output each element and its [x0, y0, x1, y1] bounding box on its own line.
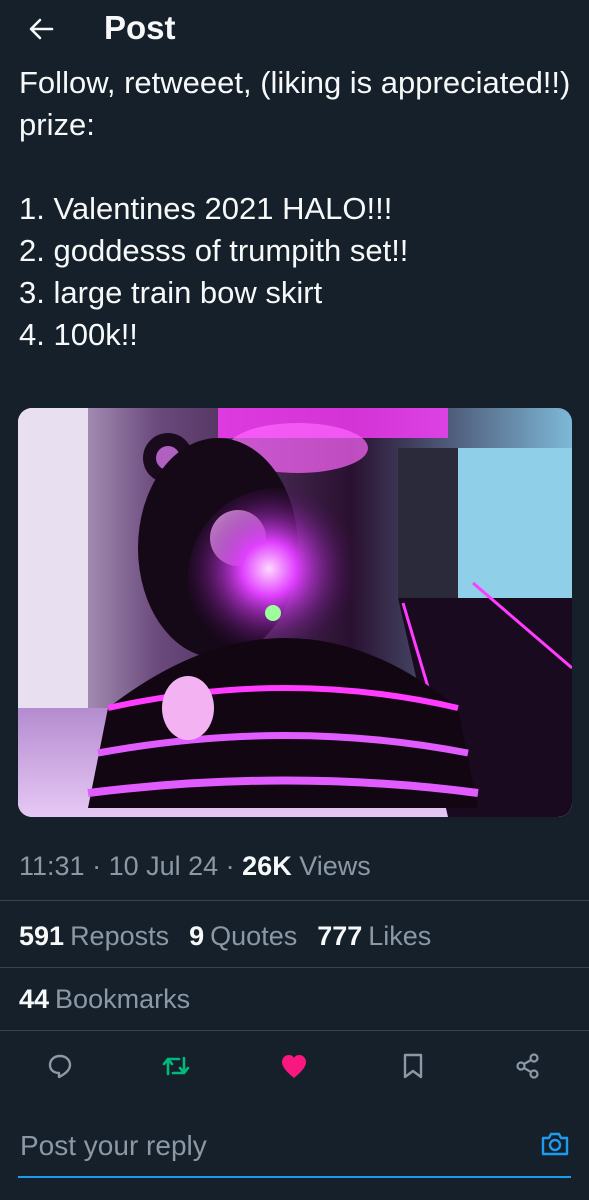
divider [0, 900, 589, 901]
separator: · [218, 851, 243, 881]
views-label: Views [299, 851, 371, 881]
game-scene-image [18, 408, 572, 817]
repost-button[interactable] [156, 1046, 196, 1086]
likes-count: 777 [317, 921, 363, 951]
share-icon [516, 1053, 539, 1079]
separator: · [84, 851, 109, 881]
reposts-label: Reposts [70, 921, 170, 951]
quotes-stat[interactable]: 9 Quotes [189, 918, 297, 954]
divider [0, 967, 589, 968]
tweet-text: Follow, retweeet, (liking is appreciated… [19, 65, 571, 352]
bookmarks-stat[interactable]: 44 Bookmarks [19, 981, 190, 1017]
like-button[interactable] [274, 1046, 314, 1086]
like-icon [282, 1055, 306, 1078]
date: 10 Jul 24 [108, 851, 219, 881]
reposts-stat[interactable]: 591 Reposts [19, 918, 169, 954]
engagement-stats: 591 Reposts 9 Quotes 777 Likes [19, 918, 431, 954]
share-button[interactable] [508, 1046, 548, 1086]
bookmarks-count: 44 [19, 984, 50, 1014]
repost-icon [162, 1056, 190, 1076]
bookmark-button[interactable] [393, 1046, 433, 1086]
back-arrow-icon [29, 18, 54, 40]
tweet-image[interactable] [18, 408, 572, 817]
back-button[interactable] [22, 9, 62, 49]
quotes-count: 9 [189, 921, 205, 951]
timestamp: 11:31 [19, 851, 85, 881]
reply-button[interactable] [40, 1046, 80, 1086]
reply-icon [48, 1054, 72, 1079]
bookmarks-label: Bookmarks [55, 984, 191, 1014]
quotes-label: Quotes [210, 921, 298, 951]
reposts-count: 591 [19, 921, 65, 951]
top-header: Post [0, 0, 589, 58]
camera-icon [541, 1132, 569, 1156]
reply-input[interactable] [18, 1123, 502, 1169]
divider [0, 1030, 589, 1031]
reply-underline [18, 1176, 571, 1178]
likes-label: Likes [368, 921, 432, 951]
camera-button[interactable] [535, 1124, 575, 1164]
likes-stat[interactable]: 777 Likes [317, 918, 431, 954]
page-title: Post [104, 9, 176, 46]
tweet-meta: 11:31 · 10 Jul 24 · 26K Views [19, 848, 371, 884]
views-count: 26K [242, 851, 292, 881]
bookmark-icon [403, 1053, 423, 1079]
